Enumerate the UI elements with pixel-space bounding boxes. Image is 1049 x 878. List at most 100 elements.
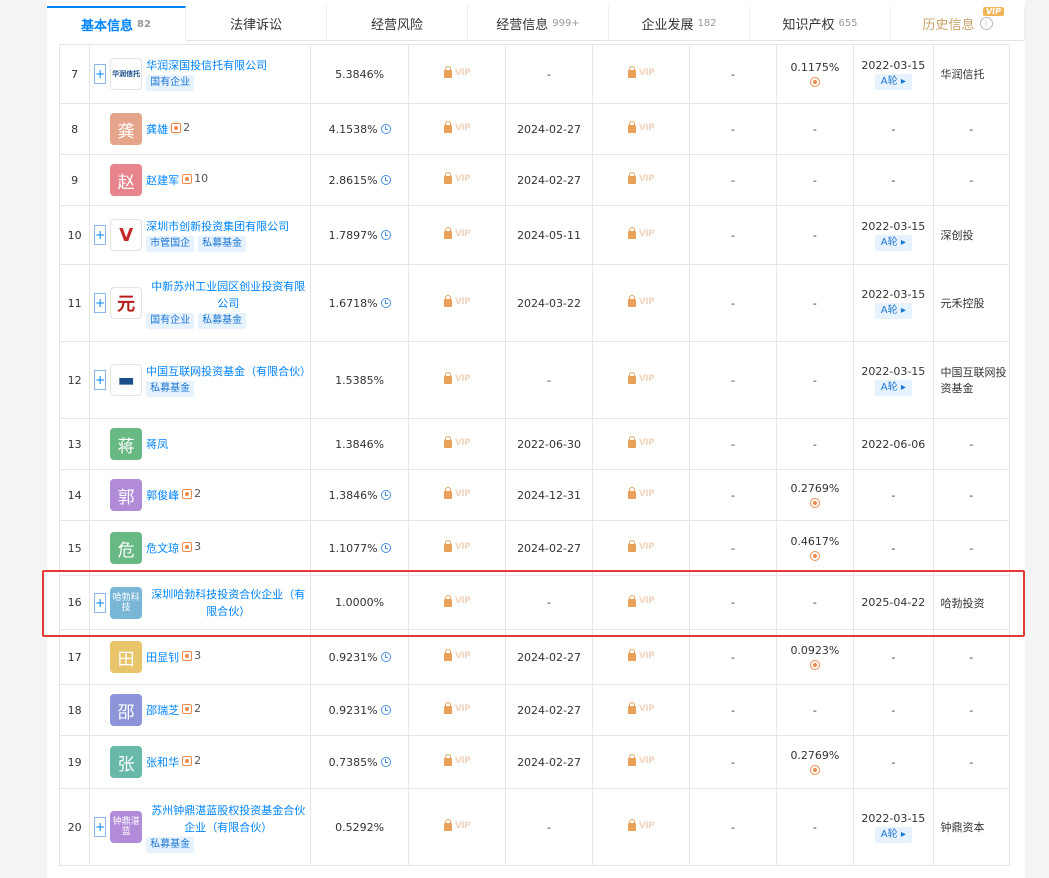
relation-count[interactable]: 2 bbox=[182, 754, 201, 767]
vip-lock[interactable]: VIP bbox=[627, 702, 655, 714]
brand-cell[interactable]: 华润信托 bbox=[932, 44, 1011, 104]
vip-locked-cell[interactable]: VIP bbox=[407, 684, 507, 736]
vip-lock[interactable]: VIP bbox=[627, 754, 655, 766]
vip-lock[interactable]: VIP bbox=[627, 436, 655, 448]
vip-lock[interactable]: VIP bbox=[443, 487, 471, 499]
vip-locked-cell[interactable]: VIP bbox=[407, 103, 507, 155]
tab-3[interactable]: 经营信息 999+ bbox=[468, 6, 609, 40]
brand-cell[interactable]: 深创投 bbox=[932, 205, 1011, 265]
expand-button[interactable]: + bbox=[94, 817, 107, 837]
clock-icon[interactable] bbox=[380, 757, 391, 767]
vip-lock[interactable]: VIP bbox=[443, 754, 471, 766]
vip-locked-cell[interactable]: VIP bbox=[407, 735, 507, 789]
vip-lock[interactable]: VIP bbox=[443, 172, 471, 184]
vip-locked-cell[interactable]: VIP bbox=[407, 264, 507, 342]
vip-lock[interactable]: VIP bbox=[627, 649, 655, 661]
tag[interactable]: 私募基金 bbox=[198, 236, 247, 252]
vip-lock[interactable]: VIP bbox=[627, 121, 655, 133]
clock-icon[interactable] bbox=[380, 124, 391, 134]
vip-lock[interactable]: VIP bbox=[443, 436, 471, 448]
tab-4[interactable]: 企业发展 182 bbox=[609, 6, 750, 40]
vip-lock[interactable]: VIP bbox=[627, 540, 655, 552]
clock-icon[interactable] bbox=[380, 705, 391, 715]
round-tag[interactable]: A轮 ▸ bbox=[874, 234, 912, 251]
relation-count[interactable]: 3 bbox=[182, 540, 201, 553]
tab-2[interactable]: 经营风险 bbox=[327, 6, 468, 40]
brand-cell[interactable]: 中国互联网投资基金 bbox=[932, 341, 1011, 419]
relation-count[interactable]: 3 bbox=[182, 649, 201, 662]
tag[interactable]: 国有企业 bbox=[146, 312, 195, 329]
round-tag[interactable]: A轮 ▸ bbox=[874, 73, 912, 90]
vip-locked-cell[interactable]: VIP bbox=[591, 103, 691, 155]
vip-lock[interactable]: VIP bbox=[627, 172, 655, 184]
tag[interactable]: 私募基金 bbox=[146, 381, 195, 397]
round-tag[interactable]: A轮 ▸ bbox=[874, 379, 912, 396]
shareholder-name[interactable]: 深圳市创新投资集团有限公司 bbox=[146, 220, 289, 233]
vip-lock[interactable]: VIP bbox=[443, 594, 471, 607]
vip-lock[interactable]: VIP bbox=[627, 66, 655, 78]
vip-locked-cell[interactable]: VIP bbox=[591, 575, 691, 630]
clock-icon[interactable] bbox=[380, 230, 391, 240]
vip-lock[interactable]: VIP bbox=[627, 819, 655, 831]
patent-icon[interactable] bbox=[809, 498, 820, 508]
tab-6[interactable]: 历史信息 i VIP bbox=[891, 6, 1025, 40]
vip-lock[interactable]: VIP bbox=[627, 594, 655, 607]
tab-1[interactable]: 法律诉讼 bbox=[186, 6, 327, 40]
expand-button[interactable]: + bbox=[94, 293, 107, 313]
relation-count[interactable]: 10 bbox=[182, 172, 208, 185]
shareholder-name[interactable]: 郭俊峰 bbox=[146, 489, 179, 502]
shareholder-name[interactable]: 张和华 bbox=[146, 756, 179, 769]
tab-5[interactable]: 知识产权 655 bbox=[750, 6, 891, 40]
expand-button[interactable]: + bbox=[94, 592, 107, 613]
vip-locked-cell[interactable]: VIP bbox=[407, 154, 507, 206]
patent-icon[interactable] bbox=[809, 660, 820, 670]
patent-icon[interactable] bbox=[809, 765, 820, 775]
clock-icon[interactable] bbox=[380, 298, 391, 308]
vip-locked-cell[interactable]: VIP bbox=[591, 788, 691, 866]
brand-cell[interactable]: 元禾控股 bbox=[932, 264, 1011, 342]
shareholder-name[interactable]: 赵建军 bbox=[146, 174, 179, 187]
relation-count[interactable]: 2 bbox=[182, 702, 201, 715]
shareholder-name[interactable]: 龚雄 bbox=[146, 123, 168, 136]
vip-locked-cell[interactable]: VIP bbox=[407, 44, 507, 104]
vip-lock[interactable]: VIP bbox=[443, 702, 471, 714]
shareholder-name[interactable]: 危文琼 bbox=[146, 542, 179, 555]
vip-locked-cell[interactable]: VIP bbox=[591, 629, 691, 685]
vip-locked-cell[interactable]: VIP bbox=[591, 520, 691, 576]
vip-locked-cell[interactable]: VIP bbox=[407, 575, 507, 630]
vip-locked-cell[interactable]: VIP bbox=[407, 520, 507, 576]
patent-icon[interactable] bbox=[809, 551, 820, 561]
vip-lock[interactable]: VIP bbox=[627, 372, 655, 384]
clock-icon[interactable] bbox=[380, 652, 391, 662]
vip-lock[interactable]: VIP bbox=[443, 121, 471, 133]
clock-icon[interactable] bbox=[380, 490, 391, 500]
vip-lock[interactable]: VIP bbox=[443, 372, 471, 384]
expand-button[interactable]: + bbox=[94, 64, 107, 84]
info-icon[interactable]: i bbox=[979, 16, 993, 30]
shareholder-name[interactable]: 深圳哈勃科技投资合伙企业（有限合伙） bbox=[151, 588, 305, 618]
vip-locked-cell[interactable]: VIP bbox=[407, 629, 507, 685]
vip-locked-cell[interactable]: VIP bbox=[407, 469, 507, 521]
vip-lock[interactable]: VIP bbox=[443, 295, 471, 307]
tag[interactable]: 国有企业 bbox=[146, 75, 195, 91]
shareholder-name[interactable]: 华润深国投信托有限公司 bbox=[146, 59, 267, 72]
round-tag[interactable]: A轮 ▸ bbox=[874, 302, 912, 319]
vip-lock[interactable]: VIP bbox=[627, 295, 655, 307]
vip-locked-cell[interactable]: VIP bbox=[591, 264, 691, 342]
vip-locked-cell[interactable]: VIP bbox=[407, 418, 507, 470]
shareholder-name[interactable]: 蒋凤 bbox=[146, 438, 168, 451]
vip-locked-cell[interactable]: VIP bbox=[407, 341, 507, 419]
vip-locked-cell[interactable]: VIP bbox=[591, 684, 691, 736]
vip-locked-cell[interactable]: VIP bbox=[591, 205, 691, 265]
tag[interactable]: 市管国企 bbox=[146, 236, 195, 252]
clock-icon[interactable] bbox=[380, 175, 391, 185]
clock-icon[interactable] bbox=[380, 543, 391, 553]
brand-cell[interactable]: 哈勃投资 bbox=[932, 575, 1011, 630]
vip-lock[interactable]: VIP bbox=[443, 227, 471, 239]
expand-button[interactable]: + bbox=[94, 370, 107, 390]
round-tag[interactable]: A轮 ▸ bbox=[874, 826, 912, 843]
shareholder-name[interactable]: 邵瑞芝 bbox=[146, 704, 179, 717]
vip-locked-cell[interactable]: VIP bbox=[591, 469, 691, 521]
vip-locked-cell[interactable]: VIP bbox=[591, 44, 691, 104]
vip-locked-cell[interactable]: VIP bbox=[591, 735, 691, 789]
